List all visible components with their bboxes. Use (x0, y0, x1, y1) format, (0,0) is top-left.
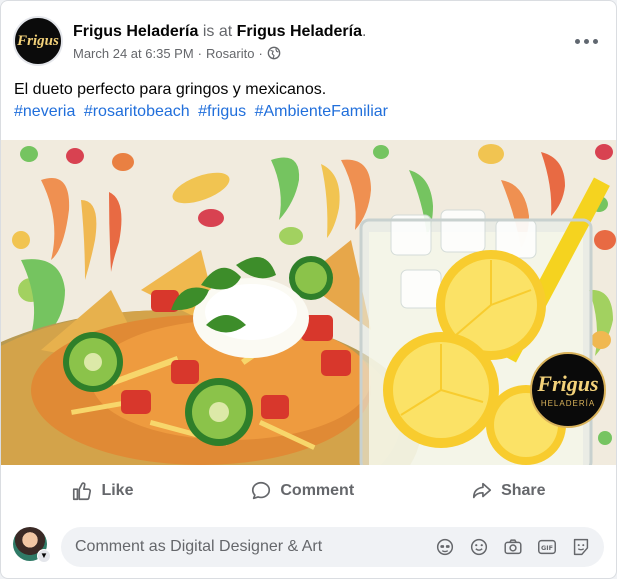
post-header: Frigus Frigus Heladería is at Frigus Hel… (13, 15, 604, 67)
sticker-icon[interactable] (570, 536, 592, 558)
separator-dot: · (197, 45, 203, 61)
like-label: Like (101, 482, 134, 499)
like-button[interactable]: Like (49, 473, 155, 509)
post-image[interactable]: Frigus HELADERÍA (1, 140, 616, 465)
post-meta: Frigus Heladería is at Frigus Heladería.… (73, 22, 604, 61)
comment-bubble-icon (252, 481, 271, 500)
food-drink-illustration (1, 140, 616, 465)
author-name[interactable]: Frigus Heladería (73, 23, 198, 40)
thumbs-up-icon (73, 482, 92, 501)
hashtag-link[interactable]: #neveria (14, 103, 75, 120)
hashtag-link[interactable]: #frigus (198, 103, 246, 120)
avatar-logo: Frigus (17, 32, 59, 49)
comment-label: Comment (280, 482, 355, 499)
share-label: Share (501, 482, 546, 499)
comment-input[interactable] (75, 538, 434, 556)
frigus-logo-badge: Frigus HELADERÍA (530, 352, 606, 428)
post-location[interactable]: Rosarito (206, 46, 254, 61)
comment-box[interactable]: GIF (61, 527, 604, 567)
badge-subtitle: HELADERÍA (540, 398, 596, 408)
post-text: El dueto perfecto para gringos y mexican… (14, 79, 604, 123)
share-arrow-icon (472, 482, 492, 499)
is-at-text: is at (202, 22, 233, 40)
more-options-icon[interactable] (568, 29, 604, 53)
post-message: El dueto perfecto para gringos y mexican… (14, 81, 327, 98)
hashtag-link[interactable]: #AmbienteFamiliar (255, 103, 388, 120)
post-timestamp[interactable]: March 24 at 6:35 PM (73, 46, 194, 61)
emoji-icon[interactable] (468, 536, 490, 558)
avatar-sticker-icon[interactable] (434, 536, 456, 558)
comment-button[interactable]: Comment (228, 473, 376, 509)
post-subline: March 24 at 6:35 PM · Rosarito · (73, 46, 604, 61)
svg-text:GIF: GIF (541, 544, 553, 552)
globe-icon[interactable] (267, 46, 281, 60)
post-actions: Like Comment Share (13, 471, 604, 511)
hashtag-list: #neveria #rosaritobeach #frigus #Ambient… (14, 101, 604, 123)
post-card: Frigus Frigus Heladería is at Frigus Hel… (0, 0, 617, 579)
separator-dot: · (258, 45, 263, 61)
page-avatar[interactable]: Frigus (13, 16, 63, 66)
camera-icon[interactable] (502, 536, 524, 558)
gif-icon[interactable]: GIF (536, 536, 558, 558)
badge-title: Frigus (537, 370, 599, 396)
share-button[interactable]: Share (449, 473, 567, 509)
user-avatar[interactable]: ▼ (13, 527, 53, 567)
composer-icons: GIF (434, 536, 592, 558)
comment-composer: ▼ GIF (13, 525, 604, 569)
hashtag-link[interactable]: #rosaritobeach (84, 103, 190, 120)
chevron-down-icon[interactable]: ▼ (37, 549, 51, 563)
post-title-line: Frigus Heladería is at Frigus Heladería. (73, 22, 604, 42)
title-period: . (362, 22, 367, 40)
place-name[interactable]: Frigus Heladería (237, 23, 362, 40)
